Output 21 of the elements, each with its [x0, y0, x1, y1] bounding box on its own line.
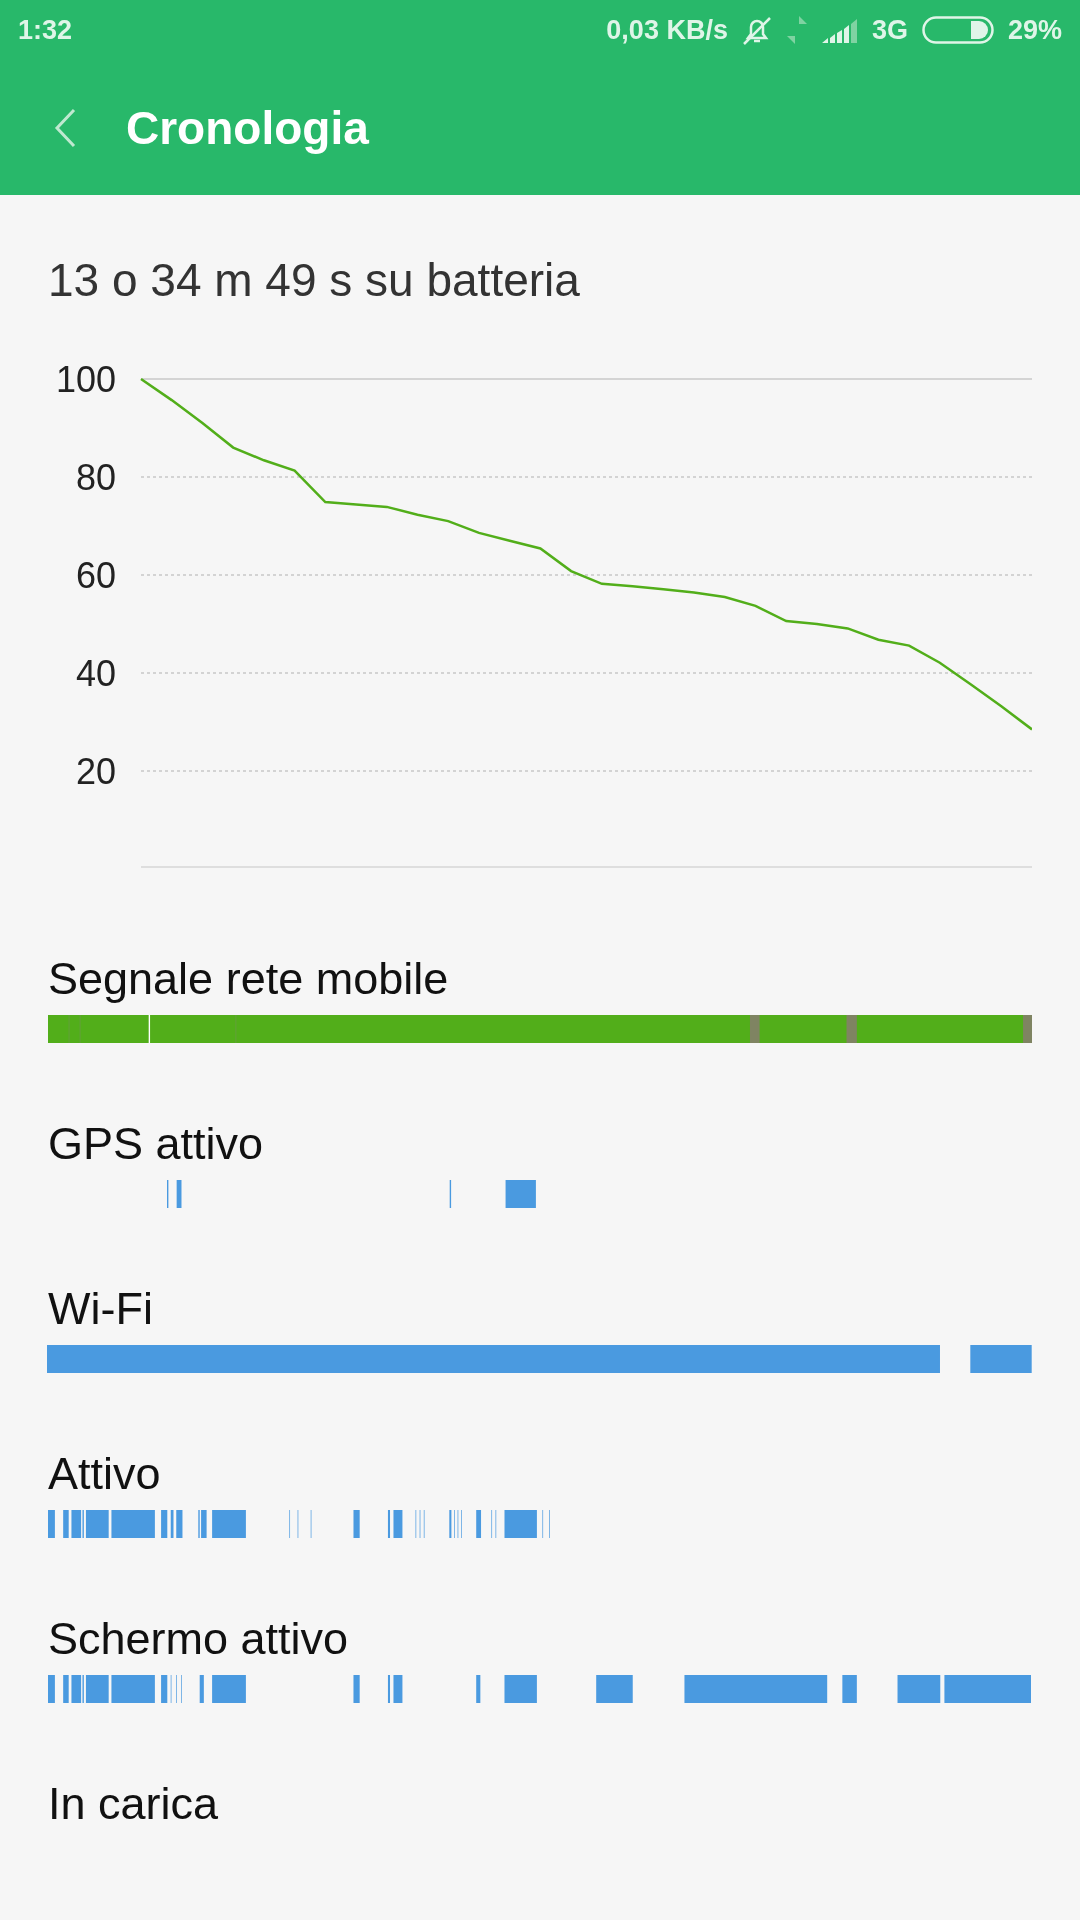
bell-muted-icon [741, 14, 772, 46]
page-title: Cronologia [126, 100, 369, 155]
axis-tick-label: 60 [75, 555, 116, 596]
axis-tick-label: 40 [75, 653, 116, 694]
network-speed: 0,03 KB/s [606, 14, 728, 46]
axis-tick-label: 100 [55, 359, 116, 400]
section-title: In carica [48, 1777, 219, 1831]
axis-tick-label: 80 [75, 457, 116, 498]
section-title: Segnale rete mobile [48, 952, 449, 1006]
section-title: Attivo [48, 1447, 161, 1501]
network-type: 3G [871, 14, 908, 46]
axis-tick-label: 20 [75, 751, 116, 792]
battery-percent: 29% [1007, 14, 1062, 46]
section-title: Schermo attivo [48, 1612, 349, 1666]
section-title: GPS attivo [48, 1117, 264, 1171]
signal-icon [821, 17, 858, 43]
section-title: Wi-Fi [48, 1282, 153, 1336]
battery-icon [921, 16, 994, 44]
data-arrows-icon [785, 16, 808, 44]
battery-duration: 13 o 34 m 49 s su batteria [48, 253, 580, 305]
status-time: 1:32 [18, 14, 73, 46]
